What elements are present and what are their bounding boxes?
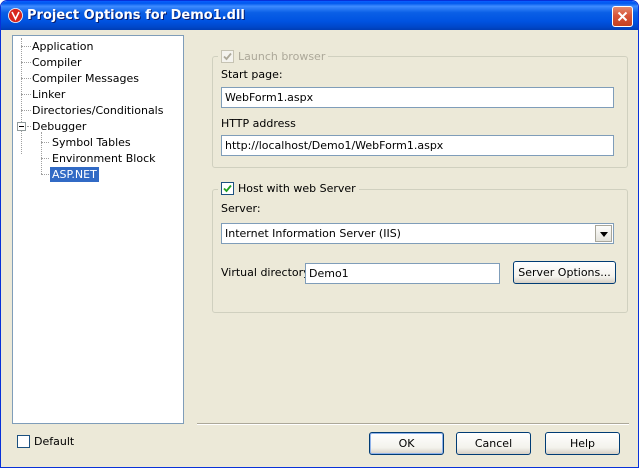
delphi-app-icon (8, 8, 23, 23)
tree-item-symbol-tables[interactable]: Symbol Tables (50, 135, 133, 150)
tree-line (41, 142, 49, 143)
title-bar[interactable]: Project Options for Demo1.dll (1, 1, 638, 30)
start-page-input[interactable]: WebForm1.aspx (221, 87, 614, 108)
start-page-label: Start page: (221, 68, 283, 81)
launch-browser-label: Launch browser (238, 50, 326, 63)
virtual-directory-label: Virtual directory: (221, 266, 313, 279)
close-button[interactable] (612, 6, 633, 27)
host-web-server-checkbox[interactable] (221, 182, 234, 195)
check-icon (223, 184, 232, 193)
server-select[interactable]: Internet Information Server (IIS) (221, 223, 614, 244)
tree-line (41, 132, 42, 174)
http-address-label: HTTP address (221, 117, 296, 130)
default-label: Default (34, 435, 75, 448)
host-web-server-label: Host with web Server (238, 182, 356, 195)
tree-item-linker[interactable]: Linker (30, 87, 67, 102)
tree-item-compiler[interactable]: Compiler (30, 55, 84, 70)
footer-separator (197, 423, 629, 425)
server-dropdown-button[interactable] (595, 225, 612, 242)
launch-browser-checkbox[interactable] (221, 50, 234, 63)
project-options-window: Project Options for Demo1.dll Applicatio… (0, 0, 639, 468)
tree-line (41, 158, 49, 159)
close-icon (617, 11, 628, 22)
cancel-button[interactable]: Cancel (456, 432, 531, 455)
options-tree[interactable]: Application Compiler Compiler Messages L… (12, 35, 184, 424)
tree-item-application[interactable]: Application (30, 39, 95, 54)
server-select-value: Internet Information Server (IIS) (225, 227, 401, 240)
default-checkbox[interactable] (17, 435, 30, 448)
collapse-debugger-icon[interactable] (17, 122, 26, 131)
tree-line (41, 174, 49, 175)
server-label: Server: (221, 202, 261, 215)
http-address-input[interactable]: http://localhost/Demo1/WebForm1.aspx (221, 135, 614, 156)
virtual-directory-input[interactable]: Demo1 (305, 263, 500, 284)
server-options-button[interactable]: Server Options... (513, 261, 616, 284)
chevron-down-icon (600, 232, 608, 237)
tree-item-compiler-messages[interactable]: Compiler Messages (30, 71, 141, 86)
host-server-legend: Host with web Server (218, 182, 359, 195)
tree-item-asp-net[interactable]: ASP.NET (50, 167, 99, 182)
window-title: Project Options for Demo1.dll (27, 8, 245, 23)
tree-item-directories-conditionals[interactable]: Directories/Conditionals (30, 103, 165, 118)
launch-browser-legend: Launch browser (218, 50, 329, 63)
ok-button[interactable]: OK (369, 432, 444, 455)
tree-line (21, 38, 22, 154)
check-icon (223, 52, 232, 61)
host-server-group (212, 189, 628, 313)
tree-item-debugger[interactable]: Debugger (30, 119, 88, 134)
help-button[interactable]: Help (545, 432, 620, 455)
tree-item-environment-block[interactable]: Environment Block (50, 151, 158, 166)
